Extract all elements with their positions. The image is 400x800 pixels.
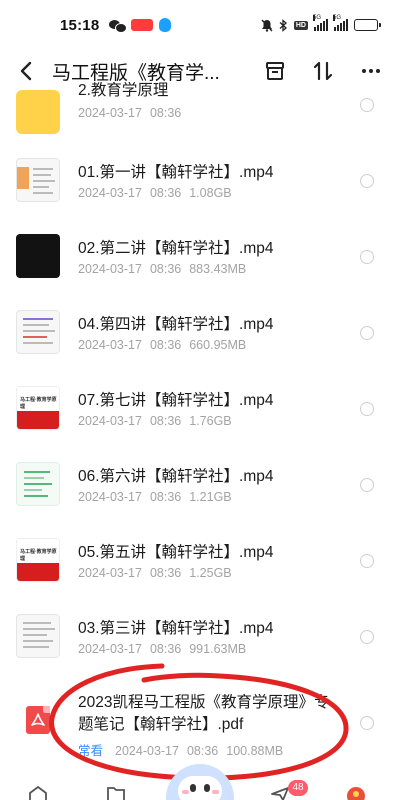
wechat-icon (109, 19, 128, 33)
file-meta: 2024-03-17 08:36 660.95MB (78, 338, 254, 352)
file-row[interactable]: 2.教育学原理 2024-03-17 08:36 (0, 74, 400, 150)
file-name: 06.第六讲【翰轩学社】.mp4 (78, 468, 274, 485)
thumbnail-cover-text: 马工程·教育学原理 (20, 397, 57, 410)
status-system-icons: HD 5G 5G (261, 15, 381, 32)
file-meta: 2024-03-17 08:36 1.76GB (78, 414, 240, 428)
file-time: 08:36 (149, 490, 182, 504)
thumbnail-cover-text: 马工程·教育学原理 (20, 549, 57, 562)
files-icon[interactable] (106, 786, 126, 800)
file-date: 2024-03-17 (78, 262, 142, 276)
video-thumbnail: 马工程·教育学原理 (16, 386, 60, 430)
file-time: 08:36 (149, 106, 182, 120)
file-time: 08:36 (149, 414, 182, 428)
signal-5g-icon: 5G (313, 15, 328, 31)
profile-icon[interactable] (346, 786, 366, 800)
bluetooth-icon (279, 18, 287, 32)
file-row[interactable]: 06.第六讲【翰轩学社】.mp4 2024-03-17 08:36 1.21GB (0, 454, 400, 530)
select-radio[interactable] (360, 554, 374, 568)
file-name: 04.第四讲【翰轩学社】.mp4 (78, 316, 274, 333)
mute-bell-icon (261, 19, 273, 32)
status-time: 15:18 (60, 16, 100, 34)
file-date: 2024-03-17 (78, 186, 142, 200)
file-size: 660.95MB (189, 338, 247, 352)
file-meta: 2024-03-17 08:36 1.25GB (78, 566, 240, 580)
status-notification-icons (109, 18, 172, 33)
file-size: 991.63MB (189, 642, 247, 656)
file-date: 2024-03-17 (78, 106, 142, 120)
folder-icon (16, 90, 60, 134)
file-date: 2024-03-17 (78, 338, 142, 352)
file-date: 2024-03-17 (78, 642, 142, 656)
select-radio[interactable] (360, 326, 374, 340)
share-icon[interactable] (270, 786, 290, 800)
video-thumbnail (16, 614, 60, 658)
video-thumbnail (16, 310, 60, 354)
select-radio[interactable] (360, 174, 374, 188)
red-app-badge-icon (131, 19, 154, 31)
file-size: 1.08GB (189, 186, 232, 200)
file-size: 1.25GB (189, 566, 232, 580)
hd-icon: HD (293, 20, 308, 30)
file-name: 07.第七讲【翰轩学社】.mp4 (78, 392, 274, 409)
file-size: 883.43MB (189, 262, 247, 276)
select-radio[interactable] (360, 402, 374, 416)
file-time: 08:36 (149, 566, 182, 580)
file-name: 01.第一讲【翰轩学社】.mp4 (78, 164, 274, 181)
file-row[interactable]: 02.第二讲【翰轩学社】.mp4 2024-03-17 08:36 883.43MB (0, 226, 400, 302)
file-size: 1.76GB (189, 414, 232, 428)
home-icon[interactable] (28, 786, 48, 800)
signal-5g-2-icon: 5G (333, 15, 348, 31)
select-radio[interactable] (360, 478, 374, 492)
status-bar: 15:18 HD 5G 5G (0, 0, 400, 50)
file-name: 03.第三讲【翰轩学社】.mp4 (78, 620, 274, 637)
file-name: 05.第五讲【翰轩学社】.mp4 (78, 544, 274, 561)
select-radio[interactable] (360, 716, 374, 730)
file-name: 2.教育学原理 (78, 82, 169, 99)
file-time: 08:36 (149, 186, 182, 200)
file-date: 2024-03-17 (78, 566, 142, 580)
file-row[interactable]: 04.第四讲【翰轩学社】.mp4 2024-03-17 08:36 660.95MB (0, 302, 400, 378)
file-row[interactable]: 马工程·教育学原理 05.第五讲【翰轩学社】.mp4 2024-03-17 08:… (0, 530, 400, 606)
video-thumbnail (16, 234, 60, 278)
file-meta: 2024-03-17 08:36 (78, 106, 189, 120)
file-date: 2024-03-17 (78, 414, 142, 428)
video-thumbnail (16, 462, 60, 506)
file-meta: 2024-03-17 08:36 883.43MB (78, 262, 254, 276)
file-time: 08:36 (149, 262, 182, 276)
qq-icon (159, 18, 172, 32)
select-radio[interactable] (360, 98, 374, 112)
file-meta: 2024-03-17 08:36 991.63MB (78, 642, 254, 656)
select-radio[interactable] (360, 630, 374, 644)
file-meta: 2024-03-17 08:36 1.08GB (78, 186, 240, 200)
video-thumbnail: 马工程·教育学原理 (16, 538, 60, 582)
video-thumbnail (16, 158, 60, 202)
file-row[interactable]: 01.第一讲【翰轩学社】.mp4 2024-03-17 08:36 1.08GB (0, 150, 400, 226)
file-size: 1.21GB (189, 490, 232, 504)
file-row[interactable]: 马工程·教育学原理 07.第七讲【翰轩学社】.mp4 2024-03-17 08:… (0, 378, 400, 454)
select-radio[interactable] (360, 250, 374, 264)
file-meta: 2024-03-17 08:36 1.21GB (78, 490, 240, 504)
notification-badge: 48 (288, 780, 308, 796)
file-name: 02.第二讲【翰轩学社】.mp4 (78, 240, 274, 257)
file-time: 08:36 (149, 642, 182, 656)
file-time: 08:36 (149, 338, 182, 352)
file-date: 2024-03-17 (78, 490, 142, 504)
battery-icon (354, 19, 381, 31)
